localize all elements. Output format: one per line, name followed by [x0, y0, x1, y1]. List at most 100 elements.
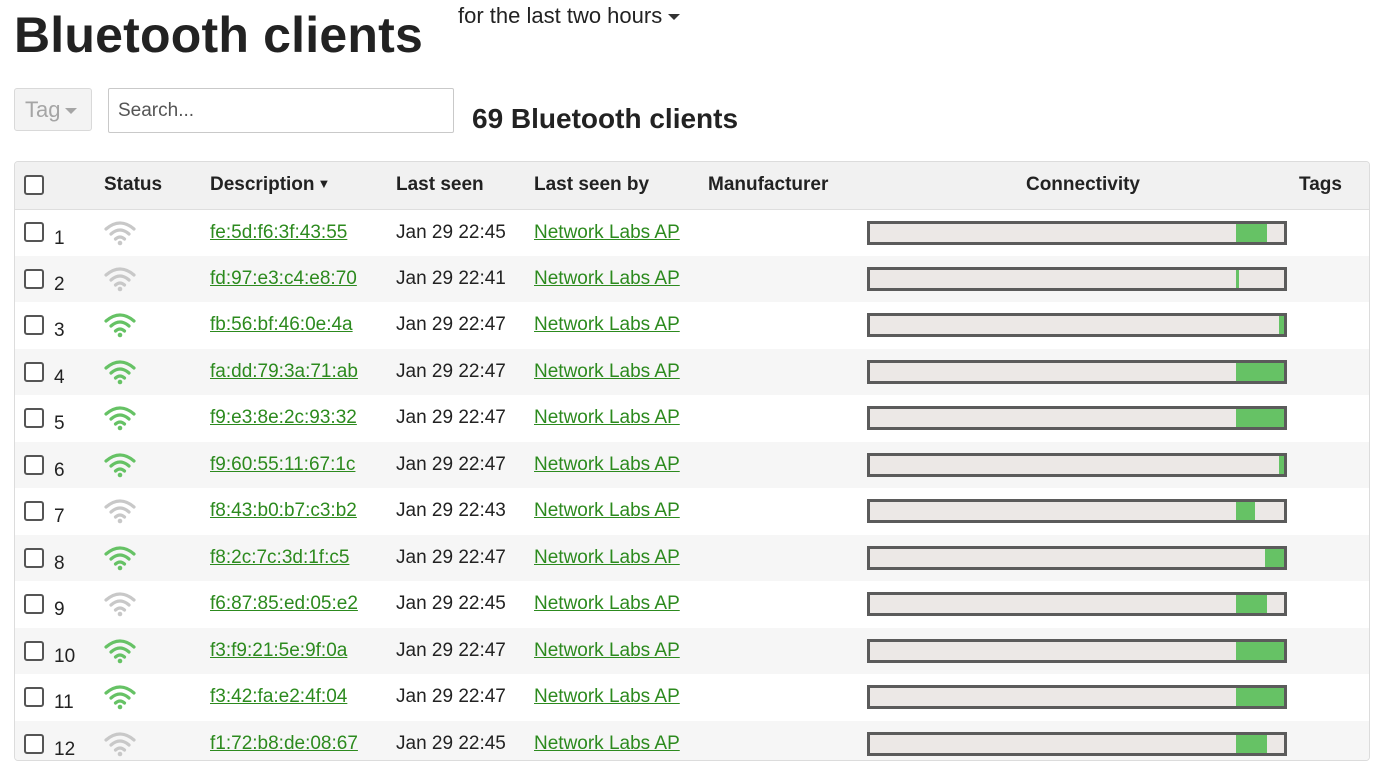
tags-cell [1299, 442, 1370, 489]
manufacturer-cell [708, 581, 867, 628]
chevron-down-icon [668, 14, 680, 20]
row-number: 6 [54, 460, 65, 482]
last-seen-by-link[interactable]: Network Labs AP [534, 314, 680, 335]
manufacturer-cell [708, 721, 867, 761]
row-checkbox[interactable] [24, 408, 44, 428]
connectivity-bar[interactable] [867, 221, 1287, 245]
timespan-dropdown[interactable]: for the last two hours [458, 3, 680, 29]
connectivity-bar[interactable] [867, 546, 1287, 570]
connectivity-bar[interactable] [867, 592, 1287, 616]
client-description-link[interactable]: f9:60:55:11:67:1c [210, 454, 355, 475]
last-seen-by-link[interactable]: Network Labs AP [534, 500, 680, 521]
client-description-link[interactable]: f8:43:b0:b7:c3:b2 [210, 500, 357, 521]
manufacturer-cell [708, 395, 867, 442]
manufacturer-cell [708, 442, 867, 489]
last-seen-by-link[interactable]: Network Labs AP [534, 454, 680, 475]
table-row[interactable]: 11f3:42:fa:e2:4f:04Jan 29 22:47Network L… [15, 674, 1370, 721]
connectivity-bar[interactable] [867, 732, 1287, 756]
connectivity-bar[interactable] [867, 267, 1287, 291]
table-row[interactable]: 7f8:43:b0:b7:c3:b2Jan 29 22:43Network La… [15, 488, 1370, 535]
last-seen-cell: Jan 29 22:43 [396, 488, 534, 535]
column-header-manufacturer[interactable]: Manufacturer [708, 162, 867, 209]
column-header-status[interactable]: Status [104, 162, 210, 209]
manufacturer-cell [708, 302, 867, 349]
row-checkbox[interactable] [24, 269, 44, 289]
client-description-link[interactable]: f3:42:fa:e2:4f:04 [210, 686, 347, 707]
client-description-link[interactable]: fe:5d:f6:3f:43:55 [210, 222, 347, 243]
tag-filter-button[interactable]: Tag [14, 88, 92, 131]
connectivity-bar[interactable] [867, 685, 1287, 709]
connectivity-fill [1236, 595, 1267, 613]
row-checkbox[interactable] [24, 641, 44, 661]
last-seen-by-link[interactable]: Network Labs AP [534, 547, 680, 568]
row-checkbox[interactable] [24, 734, 44, 754]
row-checkbox[interactable] [24, 594, 44, 614]
last-seen-by-link[interactable]: Network Labs AP [534, 222, 680, 243]
wifi-signal-offline-icon [104, 220, 210, 246]
connectivity-fill [1265, 549, 1284, 567]
client-description-link[interactable]: f8:2c:7c:3d:1f:c5 [210, 547, 349, 568]
connectivity-fill [1236, 735, 1267, 753]
manufacturer-cell [708, 256, 867, 303]
row-checkbox[interactable] [24, 455, 44, 475]
row-number: 10 [54, 646, 75, 668]
table-row[interactable]: 8f8:2c:7c:3d:1f:c5Jan 29 22:47Network La… [15, 535, 1370, 582]
last-seen-cell: Jan 29 22:47 [396, 349, 534, 396]
connectivity-bar[interactable] [867, 313, 1287, 337]
table-row[interactable]: 4 fa:dd:79:3a:71:ab Jan 29 22:47Network La… [15, 349, 1370, 396]
row-number: 4 [54, 367, 65, 389]
table-row[interactable]: 12 f1:72:b8:de:08:67 Jan 29 22:45Network L… [15, 721, 1370, 761]
last-seen-by-link[interactable]: Network Labs AP [534, 640, 680, 661]
table-row[interactable]: 5f9:e3:8e:2c:93:32Jan 29 22:47Network La… [15, 395, 1370, 442]
column-header-last-seen[interactable]: Last seen [396, 162, 534, 209]
row-checkbox[interactable] [24, 222, 44, 242]
tags-cell [1299, 721, 1370, 761]
last-seen-by-link[interactable]: Network Labs AP [534, 686, 680, 707]
last-seen-cell: Jan 29 22:45 [396, 209, 534, 256]
row-number: 5 [54, 413, 65, 435]
last-seen-cell: Jan 29 22:47 [396, 674, 534, 721]
connectivity-bar[interactable] [867, 639, 1287, 663]
client-description-link[interactable]: fd:97:e3:c4:e8:70 [210, 268, 357, 289]
column-header-description[interactable]: Description▼ [210, 162, 396, 209]
last-seen-cell: Jan 29 22:47 [396, 628, 534, 675]
wifi-signal-online-icon [104, 638, 210, 664]
client-description-link[interactable]: fa:dd:79:3a:71:ab [210, 361, 358, 382]
timespan-label: for the last two hours [458, 3, 662, 28]
table-row[interactable]: 9f6:87:85:ed:05:e2Jan 29 22:45Network La… [15, 581, 1370, 628]
connectivity-bar[interactable] [867, 360, 1287, 384]
row-checkbox[interactable] [24, 315, 44, 335]
search-input[interactable] [108, 88, 454, 133]
client-description-link[interactable]: f3:f9:21:5e:9f:0a [210, 640, 347, 661]
client-description-link[interactable]: f6:87:85:ed:05:e2 [210, 593, 358, 614]
last-seen-cell: Jan 29 22:45 [396, 721, 534, 761]
table-row[interactable]: 2fd:97:e3:c4:e8:70Jan 29 22:41Network La… [15, 256, 1370, 303]
row-checkbox[interactable] [24, 501, 44, 521]
table-row[interactable]: 10 f3:f9:21:5e:9f:0a Jan 29 22:47Network L… [15, 628, 1370, 675]
connectivity-fill [1236, 642, 1284, 660]
last-seen-cell: Jan 29 22:41 [396, 256, 534, 303]
connectivity-bar[interactable] [867, 453, 1287, 477]
last-seen-by-link[interactable]: Network Labs AP [534, 593, 680, 614]
column-header-last-seen-by[interactable]: Last seen by [534, 162, 708, 209]
last-seen-by-link[interactable]: Network Labs AP [534, 733, 680, 754]
client-description-link[interactable]: f9:e3:8e:2c:93:32 [210, 407, 357, 428]
connectivity-bar[interactable] [867, 406, 1287, 430]
select-all-checkbox[interactable] [24, 175, 44, 195]
connectivity-fill [1236, 363, 1284, 381]
row-checkbox[interactable] [24, 362, 44, 382]
column-header-connectivity[interactable]: Connectivity [867, 162, 1299, 209]
last-seen-by-link[interactable]: Network Labs AP [534, 268, 680, 289]
column-header-tags[interactable]: Tags [1299, 162, 1370, 209]
table-row[interactable]: 6f9:60:55:11:67:1cJan 29 22:47Network La… [15, 442, 1370, 489]
row-checkbox[interactable] [24, 687, 44, 707]
last-seen-by-link[interactable]: Network Labs AP [534, 407, 680, 428]
row-number: 12 [54, 739, 75, 761]
table-row[interactable]: 1fe:5d:f6:3f:43:55Jan 29 22:45Network La… [15, 209, 1370, 256]
last-seen-by-link[interactable]: Network Labs AP [534, 361, 680, 382]
client-description-link[interactable]: fb:56:bf:46:0e:4a [210, 314, 353, 335]
row-checkbox[interactable] [24, 548, 44, 568]
table-row[interactable]: 3fb:56:bf:46:0e:4aJan 29 22:47Network La… [15, 302, 1370, 349]
connectivity-bar[interactable] [867, 499, 1287, 523]
client-description-link[interactable]: f1:72:b8:de:08:67 [210, 733, 358, 754]
